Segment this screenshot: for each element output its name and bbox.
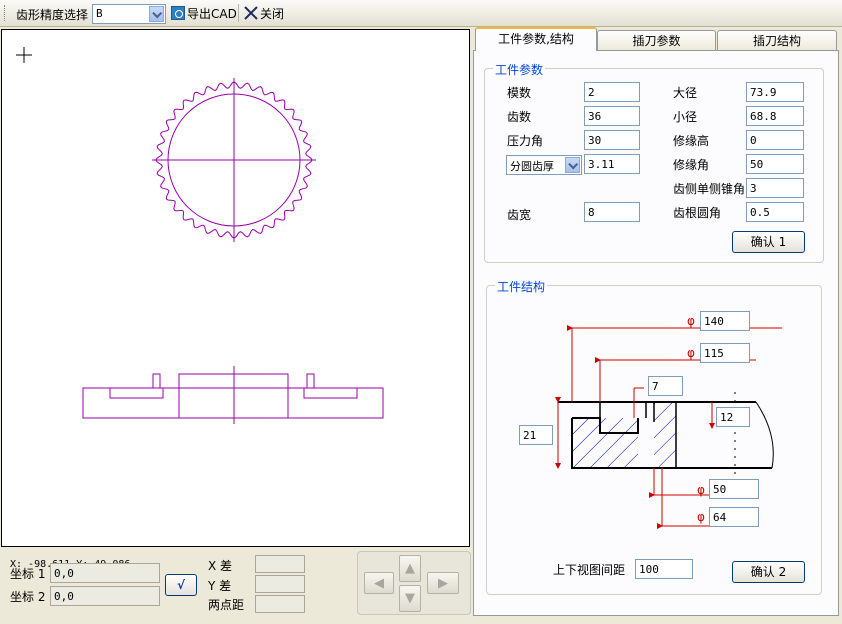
gear-section-view — [82, 366, 384, 424]
export-cad-label: 导出CAD — [187, 6, 237, 21]
arrow-up-icon: ▲ — [405, 561, 415, 576]
precision-label: 齿形精度选择 — [16, 8, 89, 22]
tip-relief-height-label: 修缘高 — [673, 134, 710, 148]
thickness-input[interactable]: 3.11 — [584, 154, 640, 174]
major-diameter-label: 大径 — [673, 86, 698, 100]
section-hatch-left — [572, 418, 638, 468]
bore-diameter-input[interactable]: 50 — [709, 479, 759, 499]
section-outer-rect — [82, 387, 384, 419]
taper-angle-input[interactable]: 3 — [746, 178, 804, 198]
ydiff-field — [255, 575, 305, 593]
coord1-label: 坐标 1 — [10, 567, 46, 581]
arrow-down-icon: ▼ — [405, 591, 415, 606]
module-label: 模数 — [507, 86, 532, 100]
root-fillet-input[interactable]: 0.5 — [746, 202, 804, 222]
pressure-angle-label: 压力角 — [507, 134, 544, 148]
break-line — [755, 401, 774, 469]
confirm-2-button[interactable]: 确认 2 — [732, 561, 805, 583]
tab-cutter-structure[interactable]: 插刀结构 — [717, 30, 837, 51]
distance-field — [255, 595, 305, 613]
section-hatch-right — [654, 402, 676, 468]
groove-depth-input[interactable]: 12 — [716, 407, 750, 427]
diameter-symbol-64: φ — [697, 510, 705, 524]
thickness-21-input[interactable]: 21 — [519, 425, 553, 445]
coord2-label: 坐标 2 — [10, 590, 46, 604]
close-button[interactable]: 关闭 — [244, 4, 284, 22]
section-groove-right — [303, 373, 358, 399]
confirm-coord-button[interactable]: √ — [165, 574, 197, 596]
gear-top-view — [152, 78, 316, 242]
diameter-symbol-140: φ — [687, 314, 695, 328]
export-cad-button[interactable]: 导出CAD — [171, 4, 237, 22]
xdiff-label: X 差 — [208, 559, 233, 573]
coord1-field[interactable]: 0,0 — [50, 563, 160, 583]
chevron-down-icon[interactable] — [149, 6, 164, 22]
section-groove-left — [109, 373, 164, 399]
pan-right-button[interactable]: ▶ — [427, 572, 459, 594]
tip-relief-angle-label: 修缘角 — [673, 158, 710, 172]
coord2-field[interactable]: 0,0 — [50, 586, 160, 606]
tip-relief-angle-input[interactable]: 50 — [746, 154, 804, 174]
pressure-angle-input[interactable]: 30 — [584, 130, 640, 150]
close-icon — [244, 6, 258, 20]
gear-drawing — [16, 47, 384, 424]
close-label: 关闭 — [260, 6, 285, 21]
structure-diagram — [555, 325, 782, 529]
root-fillet-label: 齿根圆角 — [673, 206, 722, 220]
xdiff-field — [255, 555, 305, 573]
minor-diameter-input[interactable]: 68.8 — [746, 106, 804, 126]
face-width-label: 齿宽 — [507, 208, 532, 222]
ydiff-label: Y 差 — [208, 579, 232, 593]
pan-up-button[interactable]: ▲ — [399, 555, 421, 582]
toolbar-grip[interactable] — [4, 5, 7, 21]
taper-angle-label: 齿侧单侧锥角 — [673, 182, 746, 196]
confirm-1-button[interactable]: 确认 1 — [732, 231, 805, 253]
pan-navigator: ◀ ▲ ▼ ▶ — [357, 551, 471, 615]
toolbar: 齿形精度选择 B 导出CAD 关闭 — [0, 0, 842, 27]
groove-diameter-input[interactable]: 115 — [700, 343, 750, 363]
face-width-input[interactable]: 8 — [584, 202, 640, 222]
chevron-down-icon[interactable] — [565, 157, 580, 173]
view-gap-label: 上下视图间距 — [553, 563, 626, 577]
pan-down-button[interactable]: ▼ — [399, 585, 421, 612]
thickness-type-select[interactable]: 分圆齿厚 — [506, 155, 582, 175]
distance-label: 两点距 — [208, 598, 245, 612]
pan-left-button[interactable]: ◀ — [364, 572, 394, 594]
module-input[interactable]: 2 — [584, 82, 640, 102]
major-diameter-input[interactable]: 73.9 — [746, 82, 804, 102]
thickness-type-value: 分圆齿厚 — [510, 160, 554, 173]
groove-width-input[interactable]: 7 — [648, 376, 683, 396]
precision-value: B — [96, 7, 103, 20]
arrow-left-icon: ◀ — [374, 575, 384, 591]
precision-select[interactable]: B — [92, 4, 166, 24]
outer-diameter-input[interactable]: 140 — [700, 311, 750, 331]
minor-diameter-label: 小径 — [673, 110, 698, 124]
diameter-symbol-115: φ — [687, 346, 695, 360]
hub-diameter-input[interactable]: 64 — [709, 507, 759, 527]
tip-relief-height-input[interactable]: 0 — [746, 130, 804, 150]
teeth-label: 齿数 — [507, 110, 532, 124]
teeth-input[interactable]: 36 — [584, 106, 640, 126]
cad-export-icon — [171, 6, 185, 20]
structure-group-title: 工件结构 — [495, 278, 548, 295]
tab-workpiece-params[interactable]: 工件参数,结构 — [475, 27, 597, 51]
params-group-title: 工件参数 — [493, 61, 546, 78]
drawing-canvas[interactable]: X: -98.611 Y: 49.086 — [1, 29, 470, 570]
tab-cutter-params[interactable]: 插刀参数 — [597, 30, 716, 51]
view-gap-input[interactable]: 100 — [635, 559, 693, 579]
arrow-right-icon: ▶ — [438, 575, 448, 591]
toolbar-separator — [238, 4, 239, 22]
crosshair-cursor — [16, 47, 32, 63]
diameter-symbol-50: φ — [697, 483, 705, 497]
